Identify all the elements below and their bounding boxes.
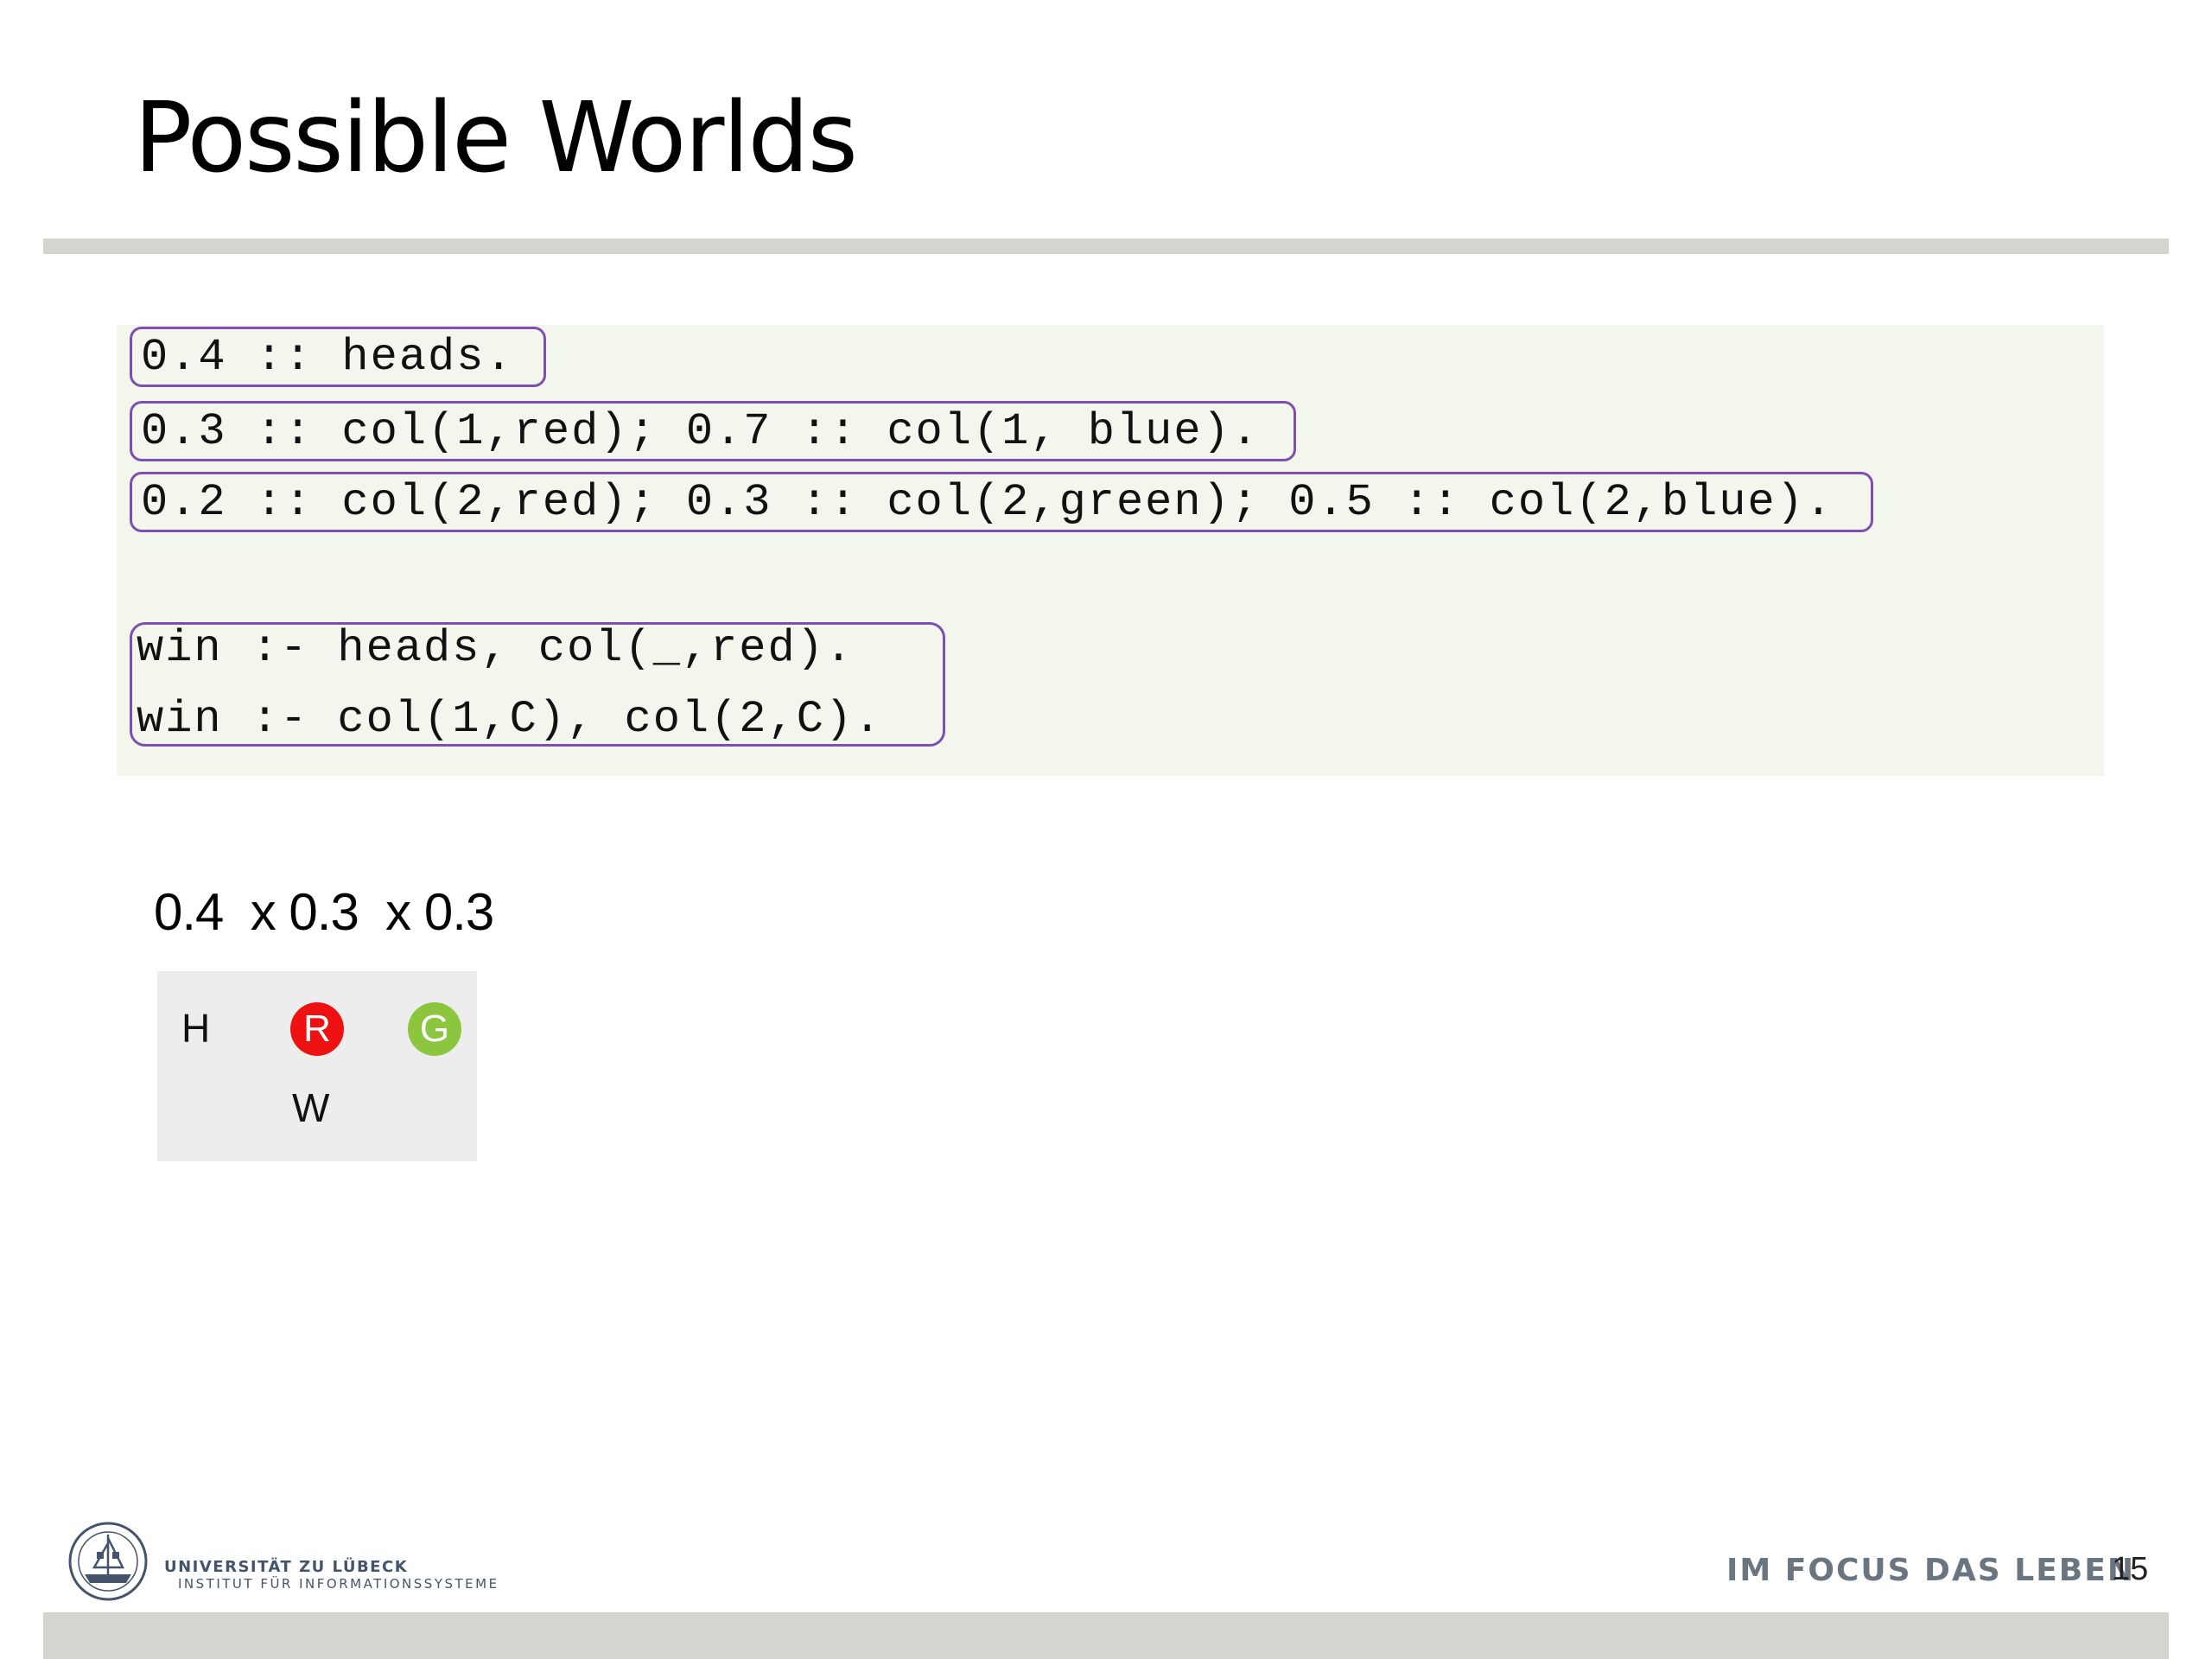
fact-col2: 0.2 :: col(2,red); 0.3 :: col(2,green); … xyxy=(130,472,1873,532)
rule-win-heads: win :- heads, col(_,red). xyxy=(137,623,855,674)
university-name: UNIVERSITÄT ZU LÜBECK xyxy=(164,1558,409,1576)
probability-product: 0.4 x 0.3 x 0.3 xyxy=(154,883,494,941)
red-ball-label: R xyxy=(303,1007,331,1050)
header-divider xyxy=(43,238,2169,254)
fact-heads: 0.4 :: heads. xyxy=(130,327,546,387)
institute-name: INSTITUT FÜR INFORMATIONSSYSTEME xyxy=(178,1576,499,1592)
university-seal-icon xyxy=(68,1522,148,1601)
fact-col1: 0.3 :: col(1,red); 0.7 :: col(1, blue). xyxy=(130,401,1296,461)
heads-label: H xyxy=(181,1006,211,1051)
green-ball-label: G xyxy=(419,1007,450,1050)
page-number: 15 xyxy=(2112,1551,2149,1587)
footer-slogan: IM FOCUS DAS LEBEN xyxy=(1726,1553,2135,1588)
possible-world-box: H R G W xyxy=(157,971,477,1161)
red-ball-icon: R xyxy=(290,1002,344,1056)
win-label: W xyxy=(292,1085,330,1130)
green-ball-icon: G xyxy=(408,1002,461,1056)
slide-title: Possible Worlds xyxy=(134,82,858,194)
rule-win-same-color: win :- col(1,C), col(2,C). xyxy=(137,694,883,745)
footer-bar xyxy=(43,1612,2169,1659)
